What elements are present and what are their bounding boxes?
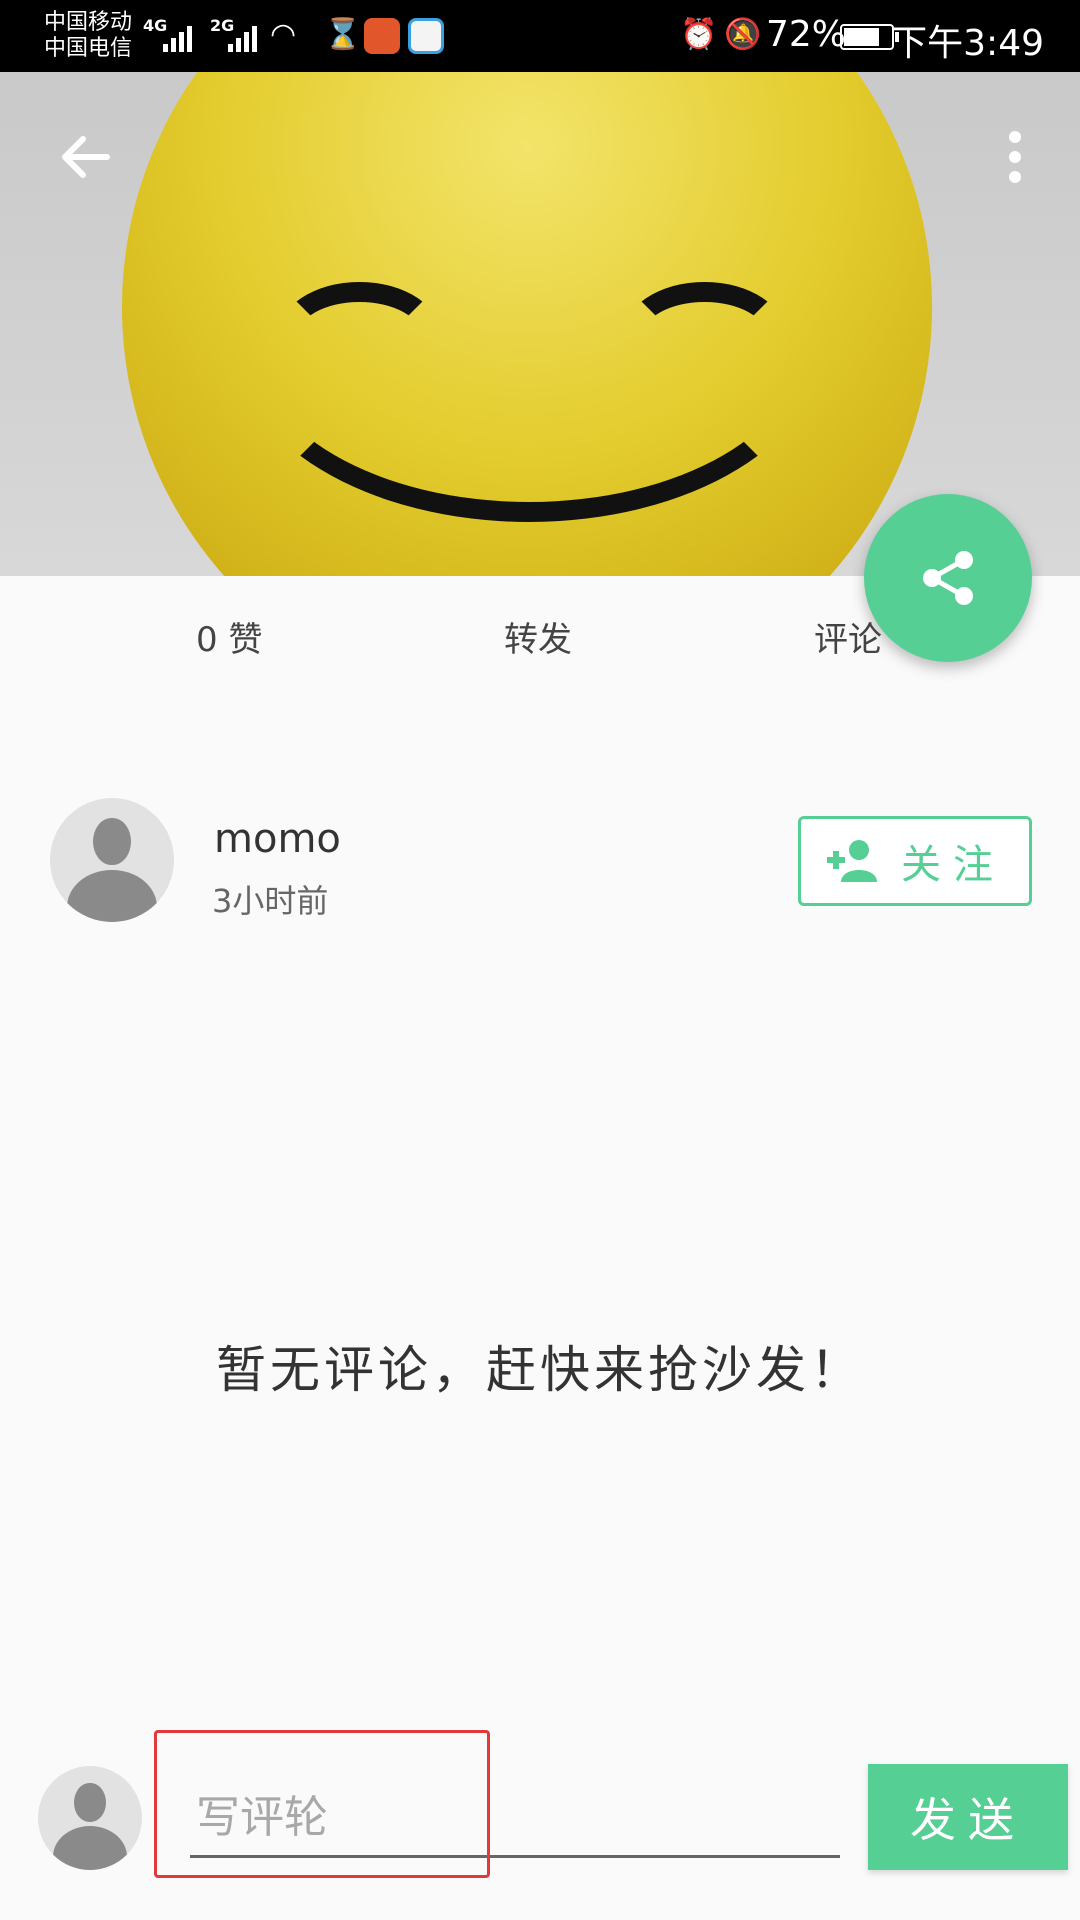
carrier-secondary: 中国电信 xyxy=(44,36,133,61)
current-user-avatar xyxy=(38,1766,142,1870)
video-app-icon xyxy=(364,18,400,54)
comment-input[interactable] xyxy=(190,1780,840,1858)
signal-strength-icon xyxy=(163,22,197,52)
repost-label: 转发 xyxy=(504,619,572,660)
comments-button[interactable]: 评论 xyxy=(814,606,882,666)
follow-button[interactable]: 关注 xyxy=(798,816,1032,906)
author-avatar[interactable] xyxy=(50,798,174,922)
share-icon xyxy=(923,551,973,605)
comments-label: 评论 xyxy=(814,619,882,660)
status-bar: 中国移动 中国电信 4G 2G ◠ ⌛ ⏰ 🔕 72% 下午3:49 xyxy=(0,0,1080,72)
smiley-mouth xyxy=(234,162,824,522)
carrier-primary: 中国移动 xyxy=(44,10,133,35)
carrier-labels: 中国移动 中国电信 xyxy=(44,10,132,62)
wifi-icon: ◠ xyxy=(270,17,297,52)
alarm-icon: ⏰ xyxy=(680,17,718,52)
more-vertical-icon xyxy=(1009,131,1021,183)
battery-percent: 72% xyxy=(766,14,847,55)
back-button[interactable] xyxy=(40,112,130,202)
signal-strength-icon xyxy=(228,22,262,52)
like-button[interactable]: 0 赞 xyxy=(196,606,262,666)
repost-button[interactable]: 转发 xyxy=(504,606,572,666)
mute-bell-icon: 🔕 xyxy=(724,17,762,52)
browser-app-icon xyxy=(408,18,444,54)
share-button[interactable] xyxy=(864,494,1032,662)
add-user-icon xyxy=(827,840,877,882)
hourglass-icon: ⌛ xyxy=(324,17,362,52)
like-label: 0 赞 xyxy=(196,619,263,660)
more-options-button[interactable] xyxy=(970,112,1060,202)
empty-comments-message: 暂无评论，赶快来抢沙发！ xyxy=(216,1341,864,1399)
arrow-left-icon xyxy=(62,136,110,178)
clock: 下午3:49 xyxy=(891,23,1044,64)
author-name[interactable]: momo xyxy=(214,816,341,862)
battery-icon xyxy=(840,24,899,50)
follow-label: 关注 xyxy=(901,842,1005,888)
smiley-face-image xyxy=(122,72,932,576)
post-timestamp: 3小时前 xyxy=(212,882,329,920)
send-button[interactable]: 发送 xyxy=(868,1764,1068,1870)
